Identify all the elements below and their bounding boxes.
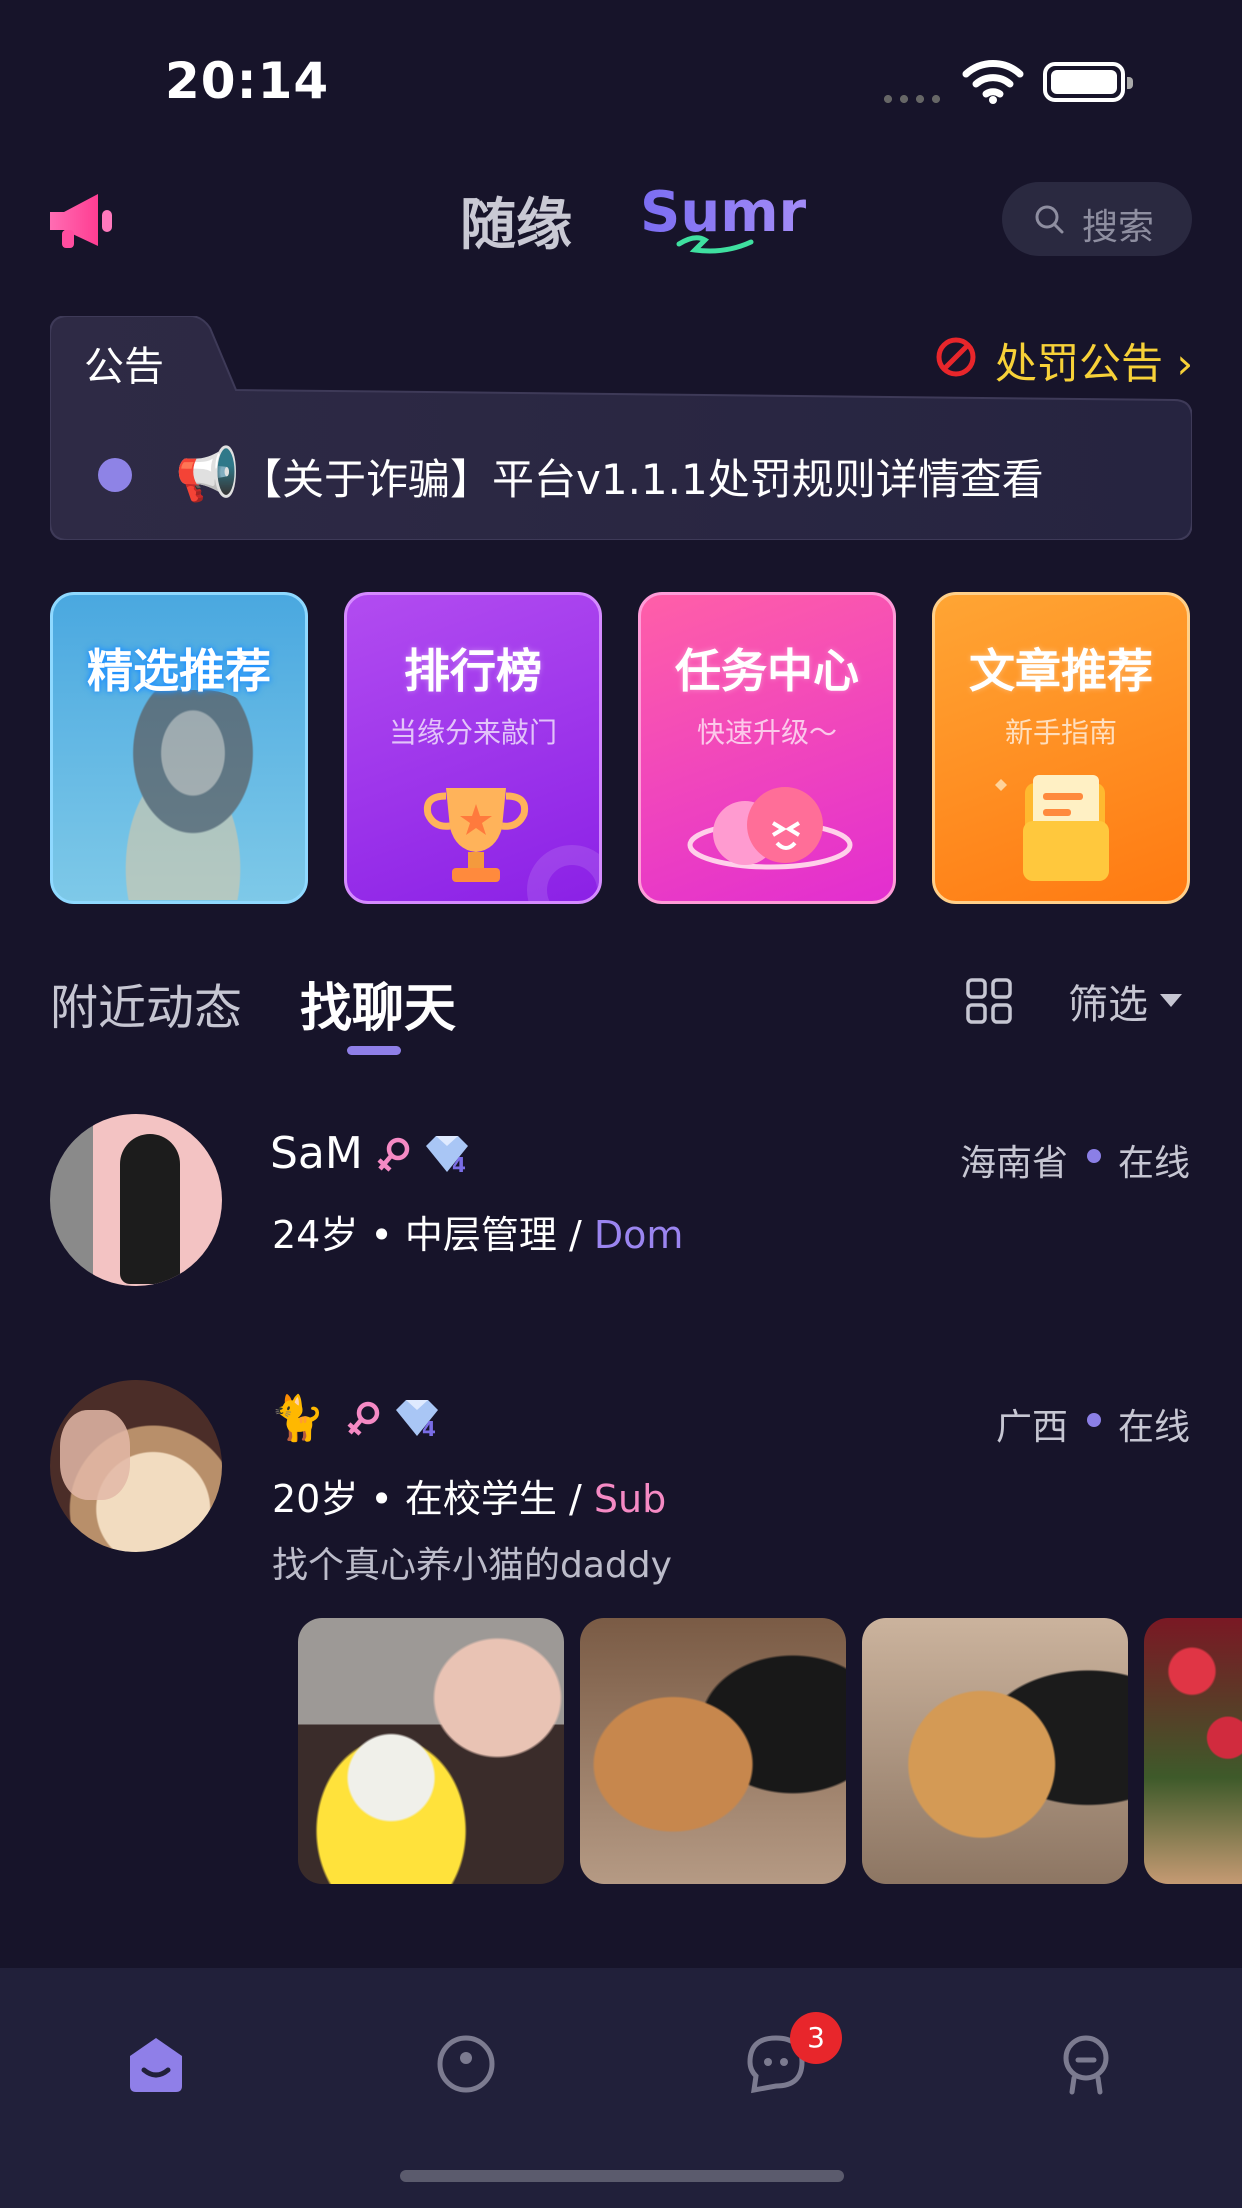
- level-gem-icon: 4: [426, 1136, 468, 1176]
- photo-thumbnail[interactable]: [298, 1618, 564, 1884]
- level-number: 4: [452, 1153, 466, 1176]
- card-featured[interactable]: 精选推荐: [50, 592, 308, 904]
- tab-suiyuan[interactable]: 随缘: [460, 180, 572, 261]
- trophy-icon: [423, 788, 529, 882]
- online-status: 在线: [1118, 1407, 1191, 1448]
- female-icon: [377, 1137, 410, 1172]
- filter-button[interactable]: 筛选: [1068, 972, 1148, 1030]
- user-age-job: 20岁 • 在校学生 /: [272, 1477, 594, 1521]
- card-title: 文章推荐: [969, 644, 1153, 698]
- user-name: 🐈: [270, 1393, 325, 1444]
- card-task-center[interactable]: 任务中心 快速升级～: [638, 592, 896, 904]
- online-status: 在线: [1118, 1143, 1191, 1184]
- female-icon: [347, 1401, 380, 1436]
- card-title: 任务中心: [675, 644, 859, 698]
- tab-active-indicator: [676, 235, 754, 254]
- avatar[interactable]: [50, 1380, 222, 1552]
- caret-down-icon: [1160, 994, 1182, 1007]
- loudspeaker-icon: 📢: [175, 445, 240, 505]
- notice-text[interactable]: 【关于诈骗】平台v1.1.1处罚规则详情查看: [240, 446, 1044, 507]
- chevron-right-icon: ›: [1176, 339, 1194, 388]
- avatar[interactable]: [50, 1114, 222, 1286]
- photo-thumbnail[interactable]: [1144, 1618, 1242, 1884]
- battery-icon: [1043, 62, 1133, 102]
- user-location: 海南省: [959, 1143, 1068, 1184]
- profile-icon[interactable]: [1054, 2032, 1118, 2096]
- online-dot: [1087, 1413, 1101, 1427]
- level-gem-icon: 4: [396, 1400, 438, 1440]
- user-role: Dom: [593, 1213, 684, 1257]
- megaphone-icon[interactable]: [46, 186, 116, 256]
- online-dot: [1087, 1149, 1101, 1163]
- user-age-job: 24岁 • 中层管理 /: [272, 1213, 594, 1257]
- card-title: 排行榜: [404, 644, 542, 698]
- notice-title: 公告: [84, 344, 164, 390]
- photo-thumbnail[interactable]: [580, 1618, 846, 1884]
- home-indicator: [400, 2170, 844, 2182]
- punishment-notice-link[interactable]: 处罚公告 ›: [995, 330, 1193, 391]
- card-subtitle: 快速升级～: [696, 716, 837, 749]
- prohibited-icon: [936, 337, 976, 377]
- tab-nearby-posts[interactable]: 附近动态: [50, 968, 242, 1038]
- wifi-icon: [962, 60, 1024, 104]
- user-bio: 找个真心养小猫的daddy: [272, 1545, 672, 1586]
- user-role: Sub: [593, 1477, 667, 1521]
- card-subtitle: 新手指南: [1004, 716, 1117, 749]
- user-meta: 20岁 • 在校学生 / Sub: [272, 1468, 666, 1523]
- user-meta: 24岁 • 中层管理 / Dom: [272, 1204, 683, 1259]
- status-time: 20:14: [165, 52, 330, 110]
- message-badge: 3: [790, 2012, 842, 2064]
- card-title: 精选推荐: [87, 644, 271, 698]
- photo-thumbnail[interactable]: [862, 1618, 1128, 1884]
- search-button[interactable]: 搜索: [1002, 182, 1192, 256]
- card-subtitle: 当缘分来敲门: [388, 716, 557, 749]
- card-leaderboard[interactable]: 排行榜 当缘分来敲门: [344, 592, 602, 904]
- chat-bubbles-icon: [687, 787, 853, 870]
- featured-photo: [83, 690, 283, 900]
- grid-view-icon[interactable]: [966, 978, 1012, 1024]
- cellular-signal-icon: [880, 94, 946, 104]
- punishment-notice-label: 处罚公告: [995, 339, 1164, 388]
- search-icon: [1035, 205, 1064, 234]
- discover-icon[interactable]: [434, 2032, 498, 2096]
- folder-icon: [995, 775, 1109, 881]
- card-articles[interactable]: 文章推荐 新手指南: [932, 592, 1190, 904]
- user-location: 广西: [995, 1407, 1068, 1448]
- search-label: 搜索: [1082, 207, 1155, 248]
- home-icon[interactable]: [124, 2032, 188, 2096]
- tab-find-chat[interactable]: 找聊天: [300, 966, 456, 1041]
- user-name: SaM: [270, 1128, 363, 1179]
- tab-active-indicator: [347, 1046, 401, 1055]
- level-number: 4: [422, 1417, 436, 1440]
- notice-bullet: [98, 458, 132, 492]
